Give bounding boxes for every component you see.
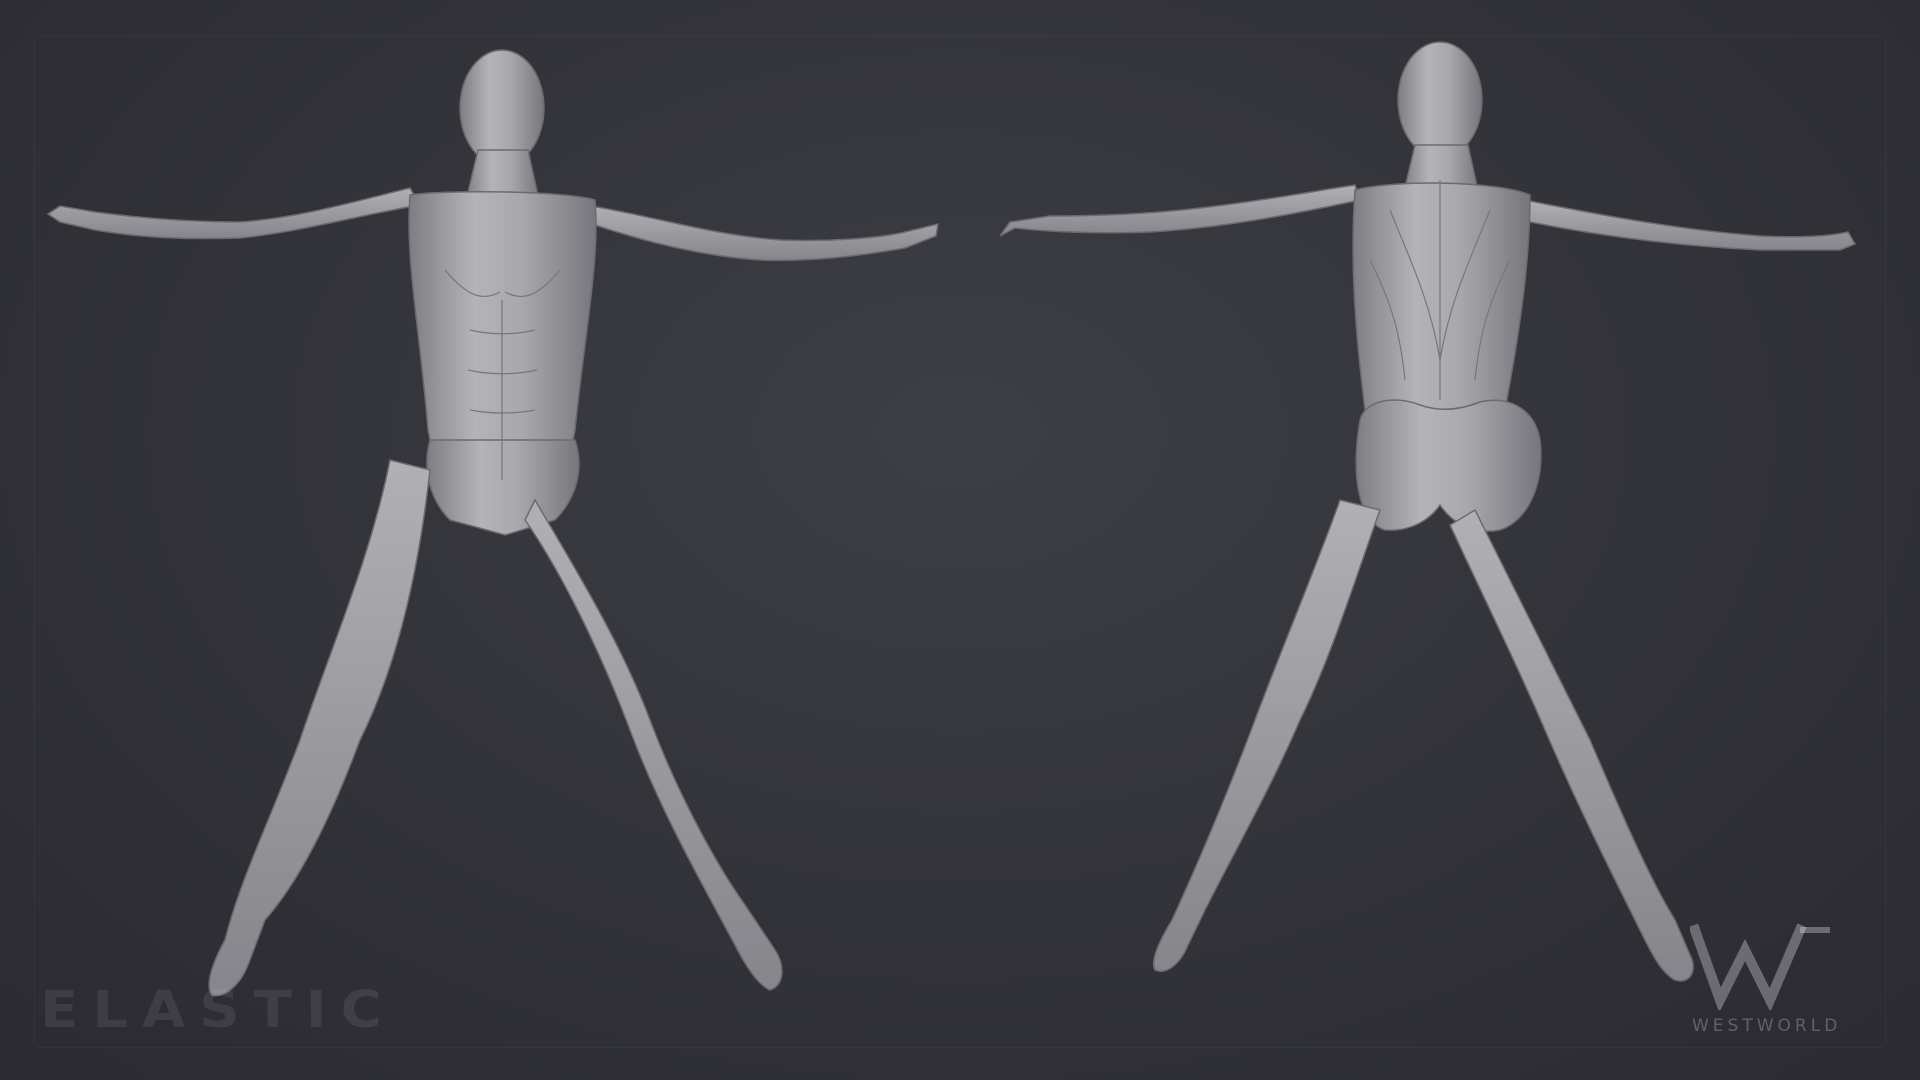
front-right-leg (524, 498, 783, 991)
westworld-w-icon (1690, 923, 1830, 1010)
westworld-wordmark: WESTWORLD (1692, 1016, 1842, 1036)
back-right-arm (1524, 199, 1857, 251)
front-left-leg (208, 459, 431, 997)
elastic-watermark-logo: ELASTIC (40, 981, 396, 1040)
back-gluteal (1355, 399, 1542, 532)
back-anatomy-figure (999, 41, 1857, 982)
back-head (1397, 41, 1483, 159)
front-anatomy-figure (46, 49, 939, 997)
front-right-arm (583, 204, 939, 262)
figures-canvas (46, 41, 1857, 997)
back-right-leg (1449, 508, 1694, 982)
back-left-leg (1153, 499, 1381, 972)
front-pelvis (426, 439, 580, 536)
front-head (459, 49, 545, 167)
render-viewport: ELASTIC WESTWORLD (0, 0, 1920, 1080)
westworld-watermark-logo: WESTWORLD (1680, 920, 1880, 1040)
back-left-arm (999, 184, 1361, 237)
front-left-arm (46, 187, 422, 240)
